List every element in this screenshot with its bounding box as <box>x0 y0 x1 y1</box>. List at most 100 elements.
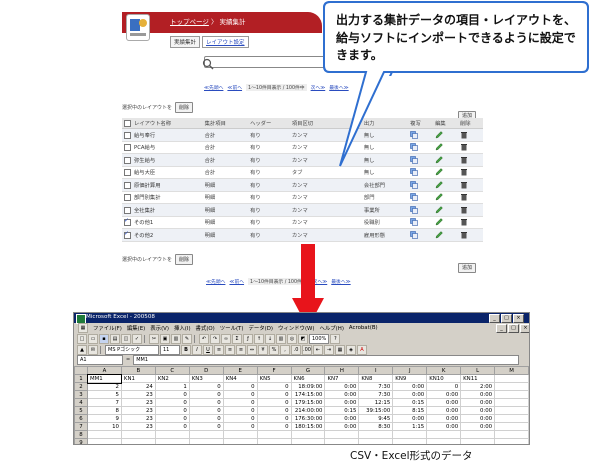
autosum-icon[interactable]: Σ <box>232 333 242 344</box>
sheet-cell[interactable]: KN1 <box>120 374 156 383</box>
sheet-cell[interactable]: 8:30 <box>358 422 394 431</box>
menu-item[interactable]: 書式(O) <box>196 324 215 332</box>
sheet-cell[interactable]: 0 <box>188 414 224 423</box>
sheet-cell[interactable] <box>154 430 190 439</box>
close-icon[interactable]: × <box>513 314 524 323</box>
sheet-cell[interactable]: MM1 <box>86 373 123 384</box>
trash-icon[interactable] <box>460 181 468 189</box>
sheet-cell[interactable]: 0 <box>188 422 224 431</box>
column-header[interactable]: K <box>426 366 462 375</box>
layout-name[interactable]: 給与大臣 <box>134 170 155 176</box>
sheet-cell[interactable]: 23 <box>120 422 156 431</box>
row-header[interactable]: 4 <box>74 398 88 407</box>
sheet-cell[interactable]: 23 <box>120 414 156 423</box>
sheet-cell[interactable]: 214:00:00 <box>290 406 326 415</box>
row-checkbox[interactable] <box>124 181 131 189</box>
sheet-cell[interactable]: 0 <box>256 406 292 415</box>
sheet-cell[interactable]: KN11 <box>460 374 496 383</box>
sheet-cell[interactable]: 0:00 <box>324 390 360 399</box>
increase-decimal-icon[interactable]: .0 <box>291 344 301 355</box>
sheet-cell[interactable]: 180:15:00 <box>290 422 326 431</box>
sheet-cell[interactable]: 1:15 <box>392 422 428 431</box>
print-preview-icon[interactable]: ◫ <box>121 333 131 344</box>
row-header[interactable]: 2 <box>74 382 88 391</box>
comma-icon[interactable]: , <box>280 344 290 355</box>
sort-desc-icon[interactable]: ↓ <box>265 333 275 344</box>
breadcrumb-home-link[interactable]: トップページ <box>170 18 209 26</box>
row-header[interactable]: 3 <box>74 390 88 399</box>
column-header[interactable]: B <box>120 366 156 375</box>
align-center-icon[interactable]: ≡ <box>225 344 235 355</box>
sheet-cell[interactable]: 0:00 <box>426 390 462 399</box>
sheet-cell[interactable]: 0 <box>222 422 258 431</box>
trash-icon[interactable] <box>460 231 468 239</box>
indent-icon[interactable]: ⇥ <box>324 344 334 355</box>
sheet-cell[interactable] <box>154 438 190 444</box>
sheet-cell[interactable]: 0:00 <box>460 390 496 399</box>
drawing-icon[interactable]: ◩ <box>298 333 308 344</box>
format-painter-icon[interactable]: ✎ <box>182 333 192 344</box>
sheet-cell[interactable]: 0 <box>188 390 224 399</box>
row-checkbox[interactable] <box>124 206 131 214</box>
sheet-cell[interactable] <box>324 430 360 439</box>
sheet-cell[interactable] <box>426 438 462 444</box>
sheet-cell[interactable] <box>494 414 529 423</box>
sheet-cell[interactable]: 7:30 <box>358 382 394 391</box>
font-name-select[interactable]: MS Pゴシック <box>105 344 159 355</box>
bold-icon[interactable]: B <box>181 344 191 355</box>
sheet-cell[interactable] <box>87 438 122 444</box>
sheet-cell[interactable] <box>494 422 529 431</box>
search-icon[interactable] <box>202 55 214 70</box>
menu-item[interactable]: データ(D) <box>248 324 273 332</box>
sheet-cell[interactable] <box>87 430 122 439</box>
copy-icon[interactable] <box>410 180 418 189</box>
trash-icon[interactable] <box>460 218 468 226</box>
zoom-select[interactable]: 100% <box>309 333 330 344</box>
sheet-cell[interactable] <box>426 430 462 439</box>
restore-icon[interactable]: □ <box>508 324 519 333</box>
sheet-cell[interactable]: 7:30 <box>358 390 394 399</box>
sheet-cell[interactable]: 174:15:00 <box>290 390 326 399</box>
column-header[interactable]: E <box>222 366 258 375</box>
sheet-cell[interactable]: 0:00 <box>324 398 360 407</box>
sheet-cell[interactable]: 0:15 <box>392 398 428 407</box>
save-icon[interactable]: ▪ <box>99 333 109 344</box>
help-icon[interactable]: ? <box>330 333 341 344</box>
sheet-cell[interactable]: 0 <box>222 382 258 391</box>
copy-icon[interactable]: ▣ <box>160 333 170 344</box>
row-header[interactable]: 7 <box>74 422 88 431</box>
sheet-cell[interactable]: 0 <box>426 382 462 391</box>
sheet-cell[interactable]: KN9 <box>392 374 428 383</box>
sheet-cell[interactable]: 0:15 <box>324 406 360 415</box>
column-header[interactable]: L <box>460 366 496 375</box>
select-all-corner[interactable] <box>74 366 88 375</box>
row-header[interactable]: 1 <box>74 374 88 383</box>
sheet-cell[interactable]: 1 <box>154 382 190 391</box>
sheet-cell[interactable]: 0:00 <box>460 422 496 431</box>
edit-icon[interactable] <box>435 218 443 226</box>
sheet-cell[interactable]: KN5 <box>256 374 292 383</box>
layout-name[interactable]: 原価計算用 <box>134 183 161 189</box>
menu-item[interactable]: Acrobat(B) <box>349 325 378 331</box>
sheet-cell[interactable]: 0 <box>154 398 190 407</box>
sheet-cell[interactable]: 0 <box>256 382 292 391</box>
menu-item[interactable]: ツール(T) <box>220 324 244 332</box>
sheet-cell[interactable]: KN6 <box>290 374 326 383</box>
sheet-cell[interactable] <box>494 398 529 407</box>
sheet-cell[interactable]: 0 <box>256 422 292 431</box>
layout-name[interactable]: 給与奉行 <box>134 133 155 139</box>
layout-name[interactable]: 部門別集計 <box>134 195 161 201</box>
function-icon[interactable]: ƒ <box>243 333 253 344</box>
sheet-cell[interactable]: 0:00 <box>392 414 428 423</box>
sheet-cell[interactable]: 0:00 <box>426 422 462 431</box>
row-header[interactable]: 5 <box>74 406 88 415</box>
paste-icon[interactable]: ▥ <box>171 333 181 344</box>
edit-icon[interactable] <box>435 193 443 201</box>
sheet-cell[interactable]: 0 <box>222 398 258 407</box>
sheet-cell[interactable] <box>290 438 326 444</box>
sheet-cell[interactable]: 8:15 <box>392 406 428 415</box>
sheet-cell[interactable]: 0 <box>256 390 292 399</box>
sheet-cell[interactable] <box>460 430 496 439</box>
borders-icon[interactable]: ▦ <box>335 344 345 355</box>
sheet-cell[interactable]: 23 <box>120 398 156 407</box>
